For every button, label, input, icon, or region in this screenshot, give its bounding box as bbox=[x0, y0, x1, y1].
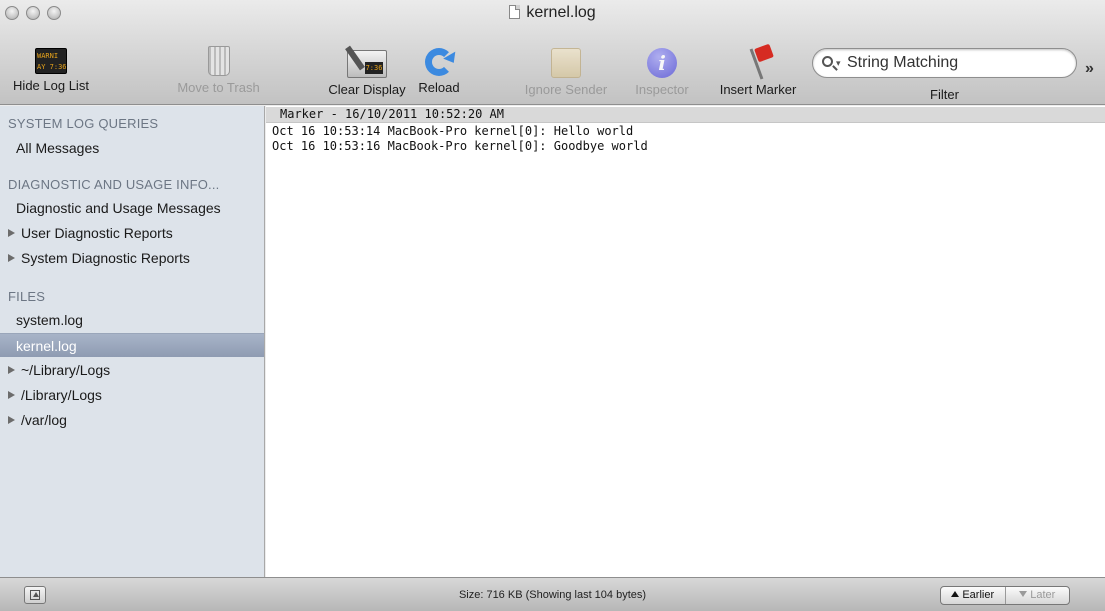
disclosure-triangle-icon[interactable] bbox=[8, 229, 15, 237]
disclosure-triangle-icon[interactable] bbox=[8, 391, 15, 399]
inspector-glyph: i bbox=[658, 51, 666, 75]
window-title-text: kernel.log bbox=[526, 4, 596, 21]
log-content-area[interactable]: Marker - 16/10/2011 10:52:20 AM Oct 16 1… bbox=[266, 106, 1105, 577]
sidebar-item-label: User Diagnostic Reports bbox=[21, 225, 173, 241]
search-options-chevron-icon[interactable]: ▾ bbox=[836, 49, 841, 77]
log-line: Oct 16 10:53:16 MacBook-Pro kernel[0]: G… bbox=[272, 139, 648, 153]
sidebar-item-diagnostic-and-usage-messages[interactable]: Diagnostic and Usage Messages bbox=[0, 196, 264, 220]
reload-button[interactable]: Reload bbox=[414, 42, 464, 95]
toolbar-overflow-icon[interactable]: » bbox=[1085, 60, 1094, 78]
earlier-later-segmented-control: Earlier Later bbox=[940, 586, 1070, 605]
sidebar-item-label: kernel.log bbox=[16, 338, 77, 354]
clear-display-button[interactable]: 7:36 Clear Display bbox=[322, 42, 412, 97]
clear-icon-text: 7:36 bbox=[365, 64, 383, 72]
sidebar-item-var-log[interactable]: /var/log bbox=[0, 408, 264, 432]
hide-log-list-label: Hide Log List bbox=[13, 78, 89, 93]
down-triangle-icon bbox=[1019, 591, 1028, 597]
sidebar-header-system-log-queries: SYSTEM LOG QUERIES bbox=[8, 116, 159, 131]
later-button[interactable]: Later bbox=[1006, 587, 1070, 604]
inspector-button[interactable]: i Inspector bbox=[622, 42, 702, 97]
sidebar-item-system-diagnostic-reports[interactable]: System Diagnostic Reports bbox=[0, 246, 264, 270]
trash-icon bbox=[207, 46, 230, 76]
move-to-trash-label: Move to Trash bbox=[177, 80, 260, 95]
disclosure-triangle-icon[interactable] bbox=[8, 366, 15, 374]
flag-cloth-shape bbox=[754, 43, 774, 63]
ignore-sender-button[interactable]: Ignore Sender bbox=[516, 42, 616, 97]
warning-icon-text: WARNI AY 7:36 bbox=[37, 52, 67, 71]
info-icon: i bbox=[647, 48, 677, 78]
warning-console-icon: WARNI AY 7:36 bbox=[35, 48, 67, 74]
sidebar-item-kernel-log[interactable]: kernel.log bbox=[0, 333, 264, 357]
disclosure-triangle-icon[interactable] bbox=[8, 254, 15, 262]
sidebar-item-label: System Diagnostic Reports bbox=[21, 250, 190, 266]
sidebar-item-user-diagnostic-reports[interactable]: User Diagnostic Reports bbox=[0, 221, 264, 245]
sidebar-header-files: FILES bbox=[8, 289, 46, 304]
search-placeholder: String Matching bbox=[847, 54, 959, 71]
later-label: Later bbox=[1030, 589, 1056, 601]
sidebar-item-user-library-logs[interactable]: ~/Library/Logs bbox=[0, 358, 264, 382]
sidebar-item-label: /Library/Logs bbox=[21, 387, 102, 403]
sidebar-item-library-logs[interactable]: /Library/Logs bbox=[0, 383, 264, 407]
sidebar-item-label: /var/log bbox=[21, 412, 67, 428]
sidebar-header-diagnostic-and-usage-info: DIAGNOSTIC AND USAGE INFO... bbox=[8, 177, 220, 192]
move-to-trash-button[interactable]: Move to Trash bbox=[166, 42, 271, 95]
sidebar-item-label: All Messages bbox=[16, 140, 100, 156]
status-bar: Size: 716 KB (Showing last 104 bytes) Ea… bbox=[0, 577, 1105, 611]
filter-search-field[interactable]: ▾ String Matching bbox=[812, 48, 1077, 78]
log-marker-row: Marker - 16/10/2011 10:52:20 AM bbox=[266, 107, 1105, 123]
disclosure-triangle-icon[interactable] bbox=[8, 416, 15, 424]
insert-marker-label: Insert Marker bbox=[719, 82, 797, 97]
sidebar-item-label: ~/Library/Logs bbox=[21, 362, 111, 378]
document-icon bbox=[509, 5, 521, 19]
reload-icon bbox=[425, 48, 453, 76]
clear-wiper-shape bbox=[345, 45, 365, 71]
search-icon bbox=[822, 56, 833, 67]
up-triangle-icon bbox=[951, 591, 960, 597]
clear-screen-shape: 7:36 bbox=[365, 62, 383, 74]
log-line: Oct 16 10:53:14 MacBook-Pro kernel[0]: H… bbox=[272, 124, 634, 138]
filter-label: Filter bbox=[930, 87, 959, 102]
inspector-label: Inspector bbox=[635, 82, 689, 97]
log-list-sidebar: SYSTEM LOG QUERIES All Messages DIAGNOST… bbox=[0, 106, 265, 577]
sidebar-item-system-log[interactable]: system.log bbox=[0, 308, 264, 332]
ignore-sender-label: Ignore Sender bbox=[524, 82, 608, 97]
hide-log-list-button[interactable]: WARNI AY 7:36 Hide Log List bbox=[6, 42, 96, 93]
clear-display-icon: 7:36 bbox=[345, 45, 387, 78]
earlier-button[interactable]: Earlier bbox=[941, 587, 1006, 604]
window-title: kernel.log bbox=[0, 4, 1105, 22]
sidebar-item-label: system.log bbox=[16, 312, 83, 328]
sidebar-item-all-messages[interactable]: All Messages bbox=[0, 136, 264, 160]
flag-icon bbox=[743, 43, 774, 80]
console-window: kernel.log WARNI AY 7:36 Hide Log List M… bbox=[0, 0, 1105, 611]
clear-display-label: Clear Display bbox=[328, 82, 406, 97]
insert-marker-button[interactable]: Insert Marker bbox=[708, 42, 808, 97]
earlier-label: Earlier bbox=[962, 589, 995, 601]
toolbar: kernel.log WARNI AY 7:36 Hide Log List M… bbox=[0, 0, 1105, 105]
sidebar-item-label: Diagnostic and Usage Messages bbox=[16, 200, 221, 216]
ignore-sender-icon bbox=[551, 48, 581, 78]
reload-label: Reload bbox=[418, 80, 460, 95]
